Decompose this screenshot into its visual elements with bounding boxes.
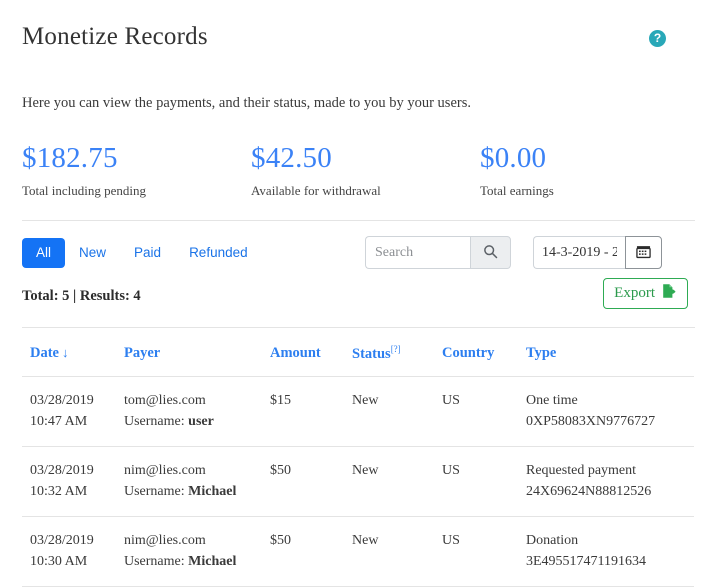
record-date: 03/28/2019	[30, 460, 124, 481]
cell-date: 03/28/2019 10:32 AM	[22, 446, 124, 516]
cell-payer: nim@lies.com Username: Michael	[124, 516, 270, 586]
table-row[interactable]: 03/28/2019 10:47 AM tom@lies.com Usernam…	[22, 376, 694, 446]
stats-summary: $182.75 Total including pending $42.50 A…	[22, 142, 695, 221]
cell-date: 03/28/2019 10:30 AM	[22, 516, 124, 586]
stat-label: Total earnings	[480, 183, 554, 199]
payer-username-value: user	[188, 414, 214, 429]
payer-email: tom@lies.com	[124, 390, 270, 411]
record-type: One time	[526, 390, 694, 411]
stat-available-for-withdrawal: $42.50 Available for withdrawal	[251, 142, 480, 199]
date-range-input[interactable]	[533, 236, 625, 269]
payer-username-label: Username:	[124, 414, 188, 429]
cell-status: New	[352, 516, 442, 586]
table-header-row: Date↓ Payer Amount Status[?] Country Typ…	[22, 328, 694, 376]
record-type: Requested payment	[526, 460, 694, 481]
payer-username-label: Username:	[124, 484, 188, 499]
cell-country: US	[442, 446, 526, 516]
table-body: 03/28/2019 10:47 AM tom@lies.com Usernam…	[22, 376, 694, 586]
column-header-date[interactable]: Date↓	[22, 328, 124, 376]
column-header-amount[interactable]: Amount	[270, 328, 352, 376]
filter-row: All New Paid Refunded	[22, 236, 695, 274]
cell-country: US	[442, 516, 526, 586]
transaction-id: 0XP58083XN9776727	[526, 411, 694, 432]
export-button-label: Export	[614, 285, 655, 302]
cell-status: New	[352, 376, 442, 446]
payer-username: Username: Michael	[124, 551, 270, 572]
stat-total-earnings: $0.00 Total earnings	[480, 142, 554, 199]
payer-username-value: Michael	[188, 484, 236, 499]
status-filter-tabs: All New Paid Refunded	[22, 238, 262, 268]
monetize-records-page: Monetize Records ? Here you can view the…	[0, 0, 717, 537]
question-mark-circle-icon[interactable]: ?	[649, 30, 666, 47]
column-label: Date	[30, 345, 59, 361]
tab-all[interactable]: All	[22, 238, 65, 268]
stat-total-including-pending: $182.75 Total including pending	[22, 142, 251, 199]
column-header-payer[interactable]: Payer	[124, 328, 270, 376]
record-date: 03/28/2019	[30, 390, 124, 411]
record-time: 10:47 AM	[30, 411, 124, 432]
calendar-icon	[636, 244, 651, 262]
calendar-button[interactable]	[625, 236, 662, 269]
column-header-type[interactable]: Type	[526, 328, 694, 376]
cell-status: New	[352, 446, 442, 516]
totals-row: Total: 5 | Results: 4 Export	[22, 285, 695, 328]
page-title: Monetize Records	[22, 22, 695, 52]
transaction-id: 3E495517471191634	[526, 551, 694, 572]
column-label: Payer	[124, 345, 160, 361]
intro-text: Here you can view the payments, and thei…	[22, 93, 695, 113]
cell-amount: $15	[270, 376, 352, 446]
sort-arrow-down-icon: ↓	[59, 345, 69, 360]
cell-type: Requested payment 24X69624N88812526	[526, 446, 694, 516]
stat-value: $0.00	[480, 142, 554, 174]
column-label: Status	[352, 346, 391, 362]
record-type: Donation	[526, 530, 694, 551]
tab-new[interactable]: New	[65, 238, 120, 268]
records-table: Date↓ Payer Amount Status[?] Country Typ…	[22, 328, 694, 587]
table-row[interactable]: 03/28/2019 10:30 AM nim@lies.com Usernam…	[22, 516, 694, 586]
cell-type: Donation 3E495517471191634	[526, 516, 694, 586]
payer-username-value: Michael	[188, 554, 236, 569]
file-export-icon	[661, 283, 677, 304]
payer-email: nim@lies.com	[124, 460, 270, 481]
tab-refunded[interactable]: Refunded	[175, 238, 262, 268]
column-header-status[interactable]: Status[?]	[352, 328, 442, 376]
payer-username: Username: user	[124, 411, 270, 432]
cell-amount: $50	[270, 516, 352, 586]
cell-payer: tom@lies.com Username: user	[124, 376, 270, 446]
tab-paid[interactable]: Paid	[120, 238, 175, 268]
payer-username-label: Username:	[124, 554, 188, 569]
record-time: 10:32 AM	[30, 481, 124, 502]
search-input[interactable]	[365, 236, 470, 269]
column-header-country[interactable]: Country	[442, 328, 526, 376]
stat-value: $42.50	[251, 142, 480, 174]
search-button[interactable]	[470, 236, 511, 269]
table-header: Date↓ Payer Amount Status[?] Country Typ…	[22, 328, 694, 376]
totals-count: Total: 5 | Results: 4	[22, 285, 695, 305]
record-date: 03/28/2019	[30, 530, 124, 551]
status-help-superscript[interactable]: [?]	[391, 344, 401, 354]
stat-value: $182.75	[22, 142, 251, 174]
table-row[interactable]: 03/28/2019 10:32 AM nim@lies.com Usernam…	[22, 446, 694, 516]
column-label: Type	[526, 345, 556, 361]
cell-amount: $50	[270, 446, 352, 516]
column-label: Country	[442, 345, 494, 361]
cell-payer: nim@lies.com Username: Michael	[124, 446, 270, 516]
search-icon	[483, 244, 498, 262]
page-header: Monetize Records ?	[22, 0, 695, 66]
stat-label: Total including pending	[22, 183, 251, 199]
stat-label: Available for withdrawal	[251, 183, 480, 199]
record-time: 10:30 AM	[30, 551, 124, 572]
search-group	[365, 236, 511, 269]
payer-username: Username: Michael	[124, 481, 270, 502]
cell-country: US	[442, 376, 526, 446]
cell-date: 03/28/2019 10:47 AM	[22, 376, 124, 446]
export-button[interactable]: Export	[603, 278, 688, 309]
transaction-id: 24X69624N88812526	[526, 481, 694, 502]
cell-type: One time 0XP58083XN9776727	[526, 376, 694, 446]
date-range-group	[533, 236, 662, 269]
payer-email: nim@lies.com	[124, 530, 270, 551]
column-label: Amount	[270, 345, 321, 361]
